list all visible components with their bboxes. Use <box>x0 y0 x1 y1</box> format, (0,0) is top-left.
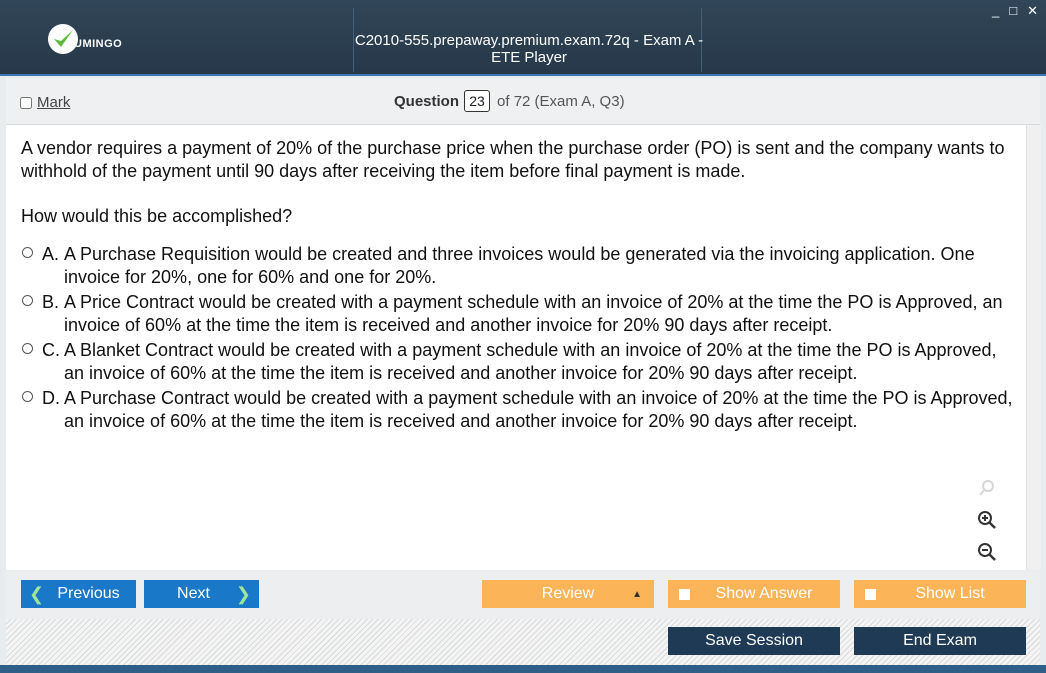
navigation-toolbar: ❮ Previous Next ❯ Review ▲ Show Answer S… <box>6 571 1040 619</box>
content-scrollbar[interactable] <box>1026 125 1041 570</box>
mark-checkbox-input[interactable] <box>20 96 32 109</box>
option-text: A Purchase Contract would be created wit… <box>64 388 1013 431</box>
question-text: A vendor requires a payment of 20% of th… <box>21 138 1005 181</box>
title-bar: UMINGO C2010-555.prepaway.premium.exam.7… <box>0 0 1046 76</box>
option-c[interactable]: C. A Blanket Contract would be created w… <box>21 339 1021 385</box>
next-button[interactable]: Next ❯ <box>144 580 259 608</box>
review-button[interactable]: Review ▲ <box>482 580 654 608</box>
show-list-label: Show List <box>915 585 985 602</box>
option-radio[interactable] <box>22 247 33 258</box>
option-d[interactable]: D. A Purchase Contract would be created … <box>21 387 1021 433</box>
zoom-out-icon[interactable] <box>974 539 1000 565</box>
option-a[interactable]: A. A Purchase Requisition would be creat… <box>21 243 1021 289</box>
question-number-input[interactable]: 23 <box>464 90 491 112</box>
window-title: C2010-555.prepaway.premium.exam.72q - Ex… <box>354 32 704 66</box>
zoom-controls <box>974 475 1000 565</box>
end-exam-button[interactable]: End Exam <box>854 627 1026 655</box>
option-letter: A. <box>42 244 60 264</box>
option-text: A Purchase Requisition would be created … <box>64 244 975 287</box>
chevron-left-icon: ❮ <box>29 583 45 604</box>
option-text: A Price Contract would be created with a… <box>64 292 1003 335</box>
show-answer-checkbox[interactable] <box>679 588 690 600</box>
mark-label: Mark <box>37 94 71 111</box>
question-of-label: of 72 (Exam A, Q3) <box>497 92 625 110</box>
show-answer-label: Show Answer <box>715 585 813 602</box>
option-radio[interactable] <box>22 295 33 306</box>
previous-button[interactable]: ❮ Previous <box>21 580 136 608</box>
question-navigator: Question 23 of 72 (Exam A, Q3) <box>394 90 625 112</box>
caret-up-icon: ▲ <box>632 588 642 600</box>
mark-checkbox[interactable]: Mark <box>20 94 70 111</box>
maximize-icon[interactable]: □ <box>1009 4 1017 18</box>
show-list-checkbox[interactable] <box>865 588 876 600</box>
zoom-in-icon[interactable] <box>974 507 1000 533</box>
app-window: UMINGO C2010-555.prepaway.premium.exam.7… <box>0 0 1046 673</box>
save-session-button[interactable]: Save Session <box>668 627 840 655</box>
review-label: Review <box>541 585 595 602</box>
chevron-right-icon: ❯ <box>235 583 251 604</box>
show-answer-button[interactable]: Show Answer <box>668 580 840 608</box>
question-content: A vendor requires a payment of 20% of th… <box>6 125 1026 570</box>
minimize-icon[interactable]: _ <box>992 4 999 18</box>
previous-label: Previous <box>57 585 120 602</box>
logo: UMINGO <box>48 24 122 54</box>
option-b[interactable]: B. A Price Contract would be created wit… <box>21 291 1021 337</box>
magnifier-icon <box>974 475 1000 501</box>
question-label: Question <box>394 92 460 110</box>
show-list-button[interactable]: Show List <box>854 580 1026 608</box>
question-header: Mark Question 23 of 72 (Exam A, Q3) <box>6 78 1040 125</box>
window-controls: _ □ ✕ <box>992 4 1038 18</box>
check-logo-icon <box>48 24 78 54</box>
session-bar: Save Session End Exam <box>6 619 1040 665</box>
close-icon[interactable]: ✕ <box>1027 4 1038 18</box>
option-text: A Blanket Contract would be created with… <box>64 340 997 383</box>
option-letter: B. <box>42 292 60 312</box>
window-bottom-border <box>0 665 1046 673</box>
option-letter: D. <box>42 388 60 408</box>
next-label: Next <box>177 585 210 602</box>
option-letter: C. <box>42 340 60 360</box>
answer-options: A. A Purchase Requisition would be creat… <box>21 243 1021 435</box>
option-radio[interactable] <box>22 391 33 402</box>
option-radio[interactable] <box>22 343 33 354</box>
logo-text: UMINGO <box>74 38 123 50</box>
question-prompt: How would this be accomplished? <box>21 206 293 226</box>
